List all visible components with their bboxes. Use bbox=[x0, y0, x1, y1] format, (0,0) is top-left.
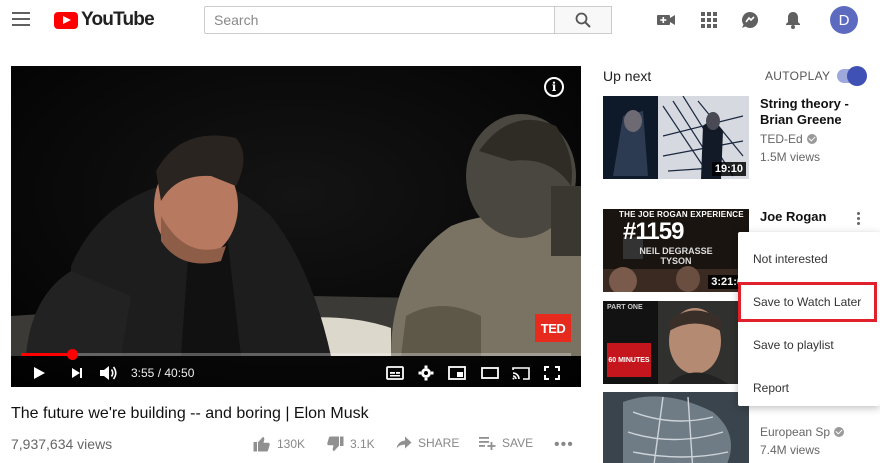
miniplayer-icon[interactable] bbox=[448, 362, 466, 384]
settings-gear-icon[interactable] bbox=[418, 362, 434, 384]
thumbnail-caption: PART ONE bbox=[607, 304, 643, 311]
menu-item-report[interactable]: Report bbox=[738, 368, 880, 408]
search-button[interactable] bbox=[554, 6, 612, 34]
play-icon[interactable] bbox=[31, 362, 47, 384]
share-icon bbox=[396, 436, 412, 449]
add-to-playlist-icon bbox=[479, 437, 496, 450]
video-card-title[interactable]: Joe Rogan Experience bbox=[760, 209, 842, 225]
channel-name-text: TED-Ed bbox=[760, 132, 803, 146]
cast-icon[interactable] bbox=[512, 362, 530, 384]
video-frame bbox=[11, 66, 581, 387]
thumbnail-image bbox=[603, 392, 749, 463]
search-input[interactable] bbox=[204, 6, 555, 34]
video-duration: 19:10 bbox=[711, 162, 746, 176]
video-thumbnail[interactable] bbox=[603, 392, 749, 463]
sixty-minutes-logo-text: 60 MINUTES bbox=[608, 356, 650, 364]
menu-item-save-to-playlist[interactable]: Save to playlist bbox=[738, 325, 880, 365]
video-context-menu: Not interested Save to Watch Later Save … bbox=[738, 232, 880, 406]
more-options-icon[interactable] bbox=[850, 210, 866, 230]
channel-name[interactable]: TED-Ed bbox=[760, 132, 878, 146]
video-meta: String theory - Brian Greene TED-Ed 1.5M… bbox=[760, 96, 878, 164]
search-icon bbox=[575, 12, 591, 28]
apps-icon[interactable] bbox=[699, 10, 719, 30]
player-controls: 3:55 / 40:50 bbox=[11, 360, 581, 387]
avatar[interactable]: D bbox=[830, 6, 858, 34]
create-video-icon[interactable] bbox=[656, 10, 676, 30]
video-meta: European Sp 7.4M views bbox=[760, 421, 878, 457]
like-count: 130K bbox=[277, 437, 306, 451]
channel-name[interactable]: European Sp bbox=[760, 425, 878, 439]
verified-badge-icon bbox=[834, 427, 845, 437]
progress-played bbox=[21, 353, 73, 356]
share-label: SHARE bbox=[418, 436, 460, 450]
menu-item-save-to-watch-later[interactable]: Save to Watch Later bbox=[738, 282, 877, 322]
info-icon[interactable]: i bbox=[544, 77, 564, 97]
up-next-heading: Up next bbox=[603, 68, 652, 84]
dislike-count: 3.1K bbox=[350, 437, 375, 451]
menu-icon[interactable] bbox=[12, 12, 30, 26]
notifications-icon[interactable] bbox=[783, 10, 803, 30]
logo-text: YouTube bbox=[81, 9, 155, 30]
up-next-video-card[interactable]: 19:10 String theory - Brian Greene TED-E… bbox=[603, 96, 880, 180]
youtube-play-logo-icon bbox=[54, 11, 78, 29]
video-player[interactable]: i TED 3:55 / 40:50 bbox=[11, 66, 581, 387]
autoplay-label: AUTOPLAY bbox=[765, 69, 831, 83]
menu-item-not-interested[interactable]: Not interested bbox=[738, 239, 880, 279]
next-icon[interactable] bbox=[69, 362, 85, 384]
video-thumbnail[interactable]: PART ONE 60 MINUTES bbox=[603, 301, 749, 384]
youtube-logo[interactable]: YouTube bbox=[54, 9, 155, 31]
thumbnail-guest: NEIL DEGRASSE TYSON bbox=[639, 246, 713, 266]
time-display: 3:55 / 40:50 bbox=[131, 366, 195, 380]
share-button[interactable]: SHARE bbox=[396, 436, 459, 450]
video-title: The future we're building -- and boring … bbox=[11, 405, 369, 422]
thumbs-down-icon bbox=[327, 436, 344, 451]
progress-bar[interactable] bbox=[21, 349, 571, 360]
thumbs-up-icon bbox=[253, 437, 270, 452]
save-button[interactable]: SAVE bbox=[479, 436, 533, 450]
fullscreen-icon[interactable] bbox=[544, 362, 560, 384]
channel-name-text: European Sp bbox=[760, 425, 831, 439]
thumbnail-episode: #1159 bbox=[623, 218, 684, 245]
sixty-minutes-logo: 60 MINUTES bbox=[607, 343, 651, 377]
masthead: YouTube D bbox=[0, 0, 880, 40]
verified-badge-icon bbox=[806, 134, 817, 144]
more-actions-icon[interactable]: ••• bbox=[554, 436, 574, 454]
toggle-knob bbox=[847, 66, 867, 86]
messages-icon[interactable] bbox=[740, 10, 760, 30]
volume-icon[interactable] bbox=[99, 362, 119, 384]
video-card-title[interactable]: String theory - Brian Greene bbox=[760, 96, 878, 128]
autoplay-toggle[interactable] bbox=[837, 66, 867, 86]
subtitles-icon[interactable] bbox=[386, 362, 404, 384]
video-views: 1.5M views bbox=[760, 150, 821, 164]
video-views: 7.4M views bbox=[760, 443, 821, 457]
dislike-button[interactable]: 3.1K bbox=[326, 436, 375, 452]
view-count: 7,937,634 views bbox=[11, 436, 113, 452]
theater-mode-icon[interactable] bbox=[481, 362, 499, 384]
like-button[interactable]: 130K bbox=[253, 436, 305, 452]
video-thumbnail[interactable]: 19:10 bbox=[603, 96, 749, 179]
ted-watermark: TED bbox=[535, 314, 571, 342]
video-thumbnail[interactable]: THE JOE ROGAN EXPERIENCE #1159 NEIL DEGR… bbox=[603, 209, 749, 292]
save-label: SAVE bbox=[502, 436, 534, 450]
